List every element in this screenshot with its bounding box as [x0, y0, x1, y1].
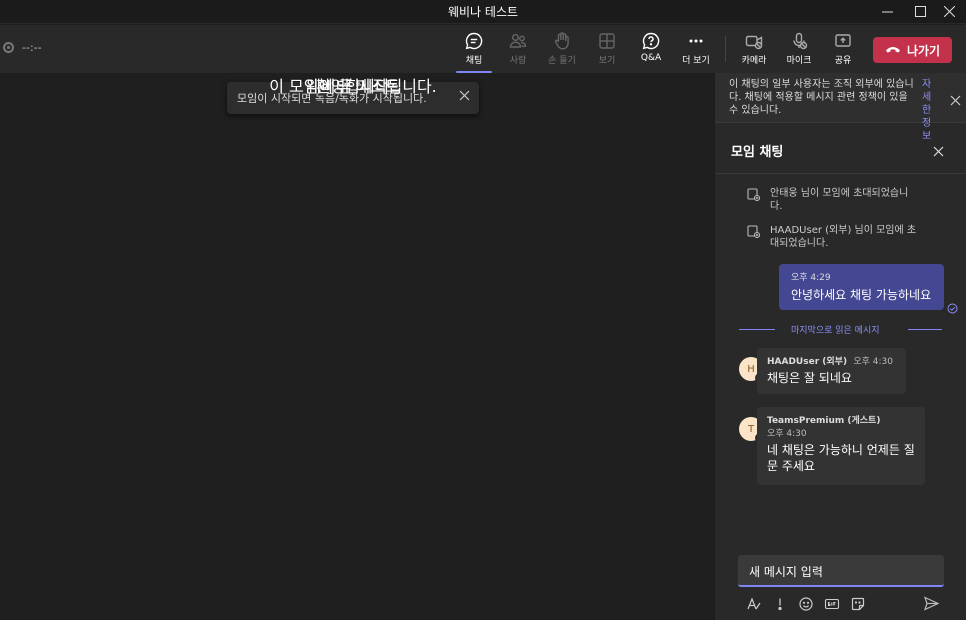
divider-line-left [739, 329, 775, 330]
emoji-icon[interactable] [797, 595, 814, 612]
message-time: 오후 4:30 [853, 357, 893, 367]
divider-line-right [908, 329, 942, 330]
sticker-icon[interactable] [849, 595, 866, 612]
banner-text: 이 채팅의 일부 사용자는 조직 외부에 있습니다. 채팅에 적용할 메시지 관… [729, 79, 914, 116]
chat-icon [465, 32, 483, 50]
meeting-stage: 모임이 시작되면 녹음/녹화가 시작됩니다. 환영합니다 웨비나 테스트 이 모… [0, 73, 713, 620]
message-bubble[interactable]: HAADUser (외부) 오후 4:30 채팅은 잘 되네요 [757, 348, 906, 394]
send-icon[interactable] [923, 595, 940, 616]
close-icon[interactable] [931, 0, 966, 22]
my-message-bubble[interactable]: 오후 4:29 안녕하세요 채팅 가능하네요 [779, 264, 944, 310]
sender-name: TeamsPremium (게스트) [767, 416, 881, 426]
leave-button[interactable]: 나가기 [873, 37, 952, 63]
more-button-label: 더 보기 [682, 56, 710, 66]
people-button[interactable]: 사람 [498, 31, 538, 69]
format-icon[interactable] [745, 595, 762, 612]
view-icon [599, 33, 615, 49]
chat-header: 모임 채팅 [715, 124, 966, 174]
meeting-timer: --:-- [3, 41, 42, 54]
read-receipt-icon [947, 299, 958, 318]
chat-panel: 이 채팅의 일부 사용자는 조직 외부에 있습니다. 채팅에 적용할 메시지 관… [714, 73, 966, 620]
message-bubble[interactable]: TeamsPremium (게스트) 오후 4:30 네 채팅은 가능하니 언제… [757, 407, 925, 485]
people-button-label: 사람 [509, 56, 527, 66]
message-time: 오후 4:30 [767, 429, 807, 439]
recording-icon [3, 42, 14, 53]
starting-soon-text: 이 모임이 곧 시작됩니다. [269, 77, 437, 96]
sender-name: HAADUser (외부) [767, 357, 848, 367]
window-title: 웨비나 테스트 [447, 5, 519, 19]
invite-icon [747, 225, 760, 238]
last-read-label: 마지막으로 읽은 메시지 [791, 326, 880, 336]
chat-close-icon[interactable] [933, 142, 944, 161]
system-message-text: 안태웅 님이 모임에 초대되었습니다. [770, 188, 909, 212]
timer-text: --:-- [22, 41, 42, 54]
mic-off-icon [793, 32, 808, 50]
chat-title: 모임 채팅 [731, 145, 784, 160]
gif-icon[interactable] [823, 595, 840, 612]
share-button-label: 공유 [834, 56, 852, 66]
more-icon [689, 39, 703, 43]
message-text: 채팅은 잘 되네요 [767, 371, 852, 385]
title-bar: 웨비나 테스트 [0, 0, 966, 24]
external-users-banner: 이 채팅의 일부 사용자는 조직 외부에 있습니다. 채팅에 적용할 메시지 관… [715, 73, 966, 142]
qna-icon [642, 32, 660, 50]
compose-placeholder: 새 메시지 입력 [749, 565, 823, 579]
view-button-label: 보기 [598, 56, 616, 66]
compose-toolbar [745, 595, 866, 612]
avatar-initial: T [747, 423, 755, 435]
system-message: HAADUser (외부) 님이 모임에 초대되었습니다. [747, 224, 920, 250]
minimize-icon[interactable] [869, 0, 905, 22]
message-compose-input[interactable]: 새 메시지 입력 [738, 555, 944, 587]
mic-button[interactable]: 마이크 [779, 31, 819, 69]
avatar-initial: H [747, 363, 755, 375]
people-icon [509, 34, 527, 48]
qna-button-label: Q&A [640, 53, 662, 63]
camera-button-label: 카메라 [741, 56, 767, 66]
more-button[interactable]: 더 보기 [676, 31, 716, 69]
system-message-text: HAADUser (외부) 님이 모임에 초대되었습니다. [770, 225, 917, 249]
meeting-toolbar: --:-- 채팅 사람 손 들기 보기 Q&A 더 보기 카메라 마이크 공유 [0, 25, 966, 73]
toolbar-divider [725, 36, 726, 62]
message-text: 안녕하세요 채팅 가능하네요 [791, 288, 932, 302]
share-button[interactable]: 공유 [823, 31, 863, 69]
share-icon [835, 34, 851, 47]
raise-hand-icon [554, 32, 569, 50]
camera-button[interactable]: 카메라 [734, 31, 774, 69]
mic-button-label: 마이크 [786, 56, 812, 66]
last-read-divider: 마지막으로 읽은 메시지 [739, 322, 942, 336]
camera-off-icon [745, 35, 763, 50]
message-time: 오후 4:29 [791, 273, 831, 283]
view-button[interactable]: 보기 [587, 31, 627, 69]
message-text: 네 채팅은 가능하니 언제든 질문 주세요 [767, 443, 915, 473]
banner-close-icon[interactable] [950, 91, 961, 110]
system-message: 안태웅 님이 모임에 초대되었습니다. [747, 187, 920, 213]
priority-icon[interactable] [771, 595, 788, 612]
leave-button-label: 나가기 [906, 43, 941, 58]
invite-icon [747, 188, 760, 201]
chat-button[interactable]: 채팅 [454, 31, 494, 73]
qna-button[interactable]: Q&A [631, 31, 671, 69]
raise-hand-button[interactable]: 손 들기 [542, 31, 582, 69]
raise-hand-button-label: 손 들기 [548, 56, 576, 66]
chat-button-label: 채팅 [465, 56, 483, 66]
hang-up-icon [885, 47, 900, 53]
